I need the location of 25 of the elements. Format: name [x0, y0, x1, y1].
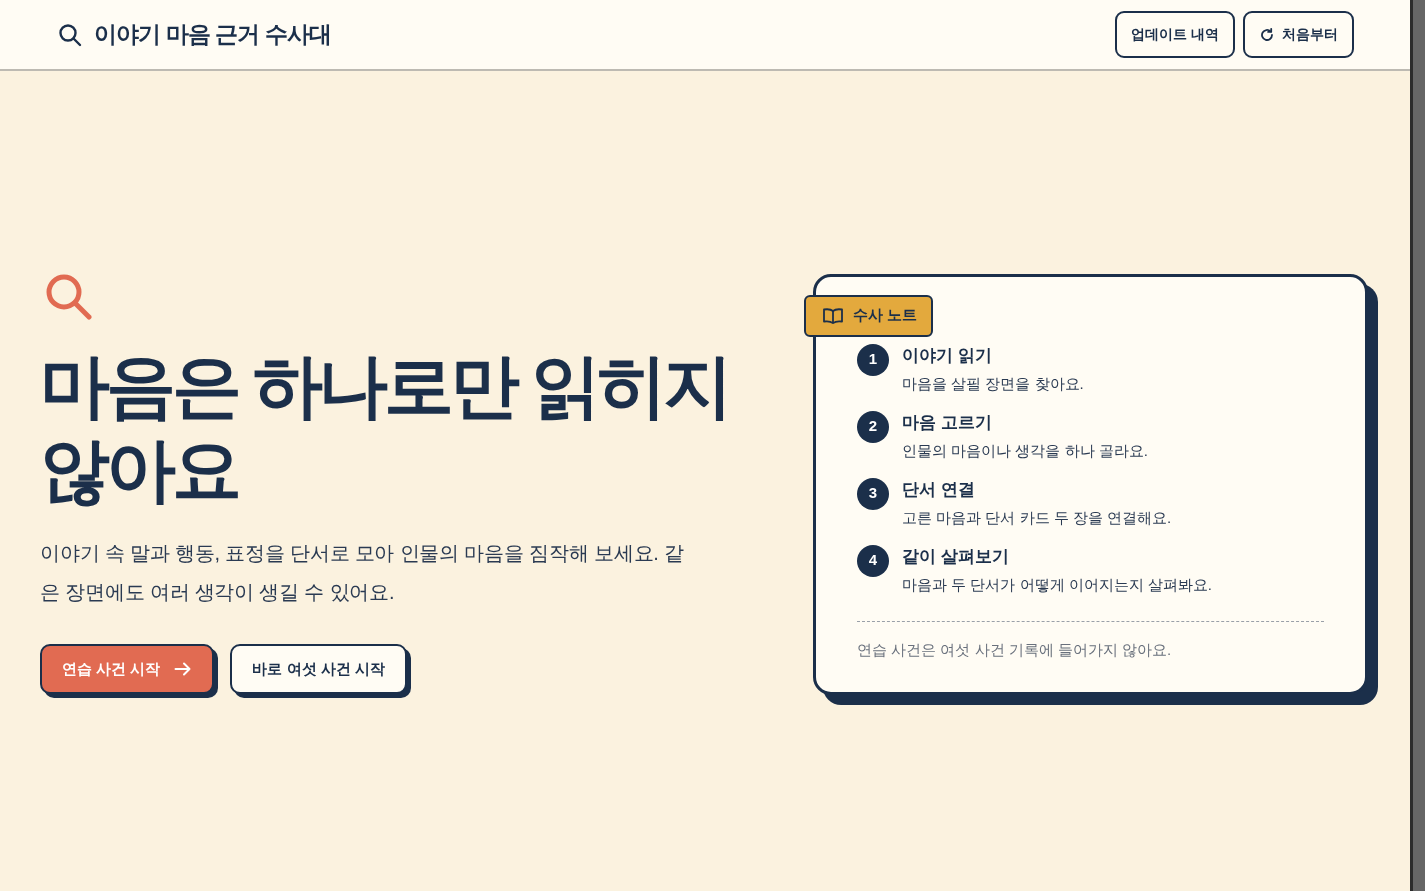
- arrow-right-icon: [174, 661, 193, 677]
- step-title: 이야기 읽기: [902, 344, 993, 367]
- step-title: 단서 연결: [902, 478, 976, 501]
- step-title: 마음 고르기: [902, 411, 993, 434]
- search-icon: [58, 22, 82, 47]
- step-description: 인물의 마음이나 생각을 하나 골라요.: [902, 440, 1148, 461]
- app-title: 이야기 마음 근거 수사대: [94, 20, 332, 50]
- refresh-icon: [1259, 26, 1275, 43]
- step-description: 마음과 두 단서가 어떻게 이어지는지 살펴봐요.: [902, 574, 1212, 595]
- search-icon: [44, 272, 92, 320]
- step-description: 마음을 살필 장면을 찾아요.: [902, 373, 1084, 394]
- step-title: 같이 살펴보기: [902, 545, 1010, 568]
- book-icon: [822, 306, 844, 325]
- footnote-text: 연습 사건은 여섯 사건 기록에 들어가지 않아요.: [857, 639, 1173, 660]
- step-number-badge: 2: [857, 410, 889, 443]
- step-number-badge: 4: [857, 544, 889, 577]
- restart-button[interactable]: 처음부터: [1243, 11, 1354, 58]
- hero-heading: 마음은 하나로만 읽히지 않아요: [40, 346, 730, 511]
- update-history-button[interactable]: 업데이트 내역: [1115, 11, 1235, 58]
- hero-description: 이야기 속 말과 행동, 표정을 단서로 모아 인물의 마음을 짐작해 보세요. 같은 장면에도 여러 생각이 생길 수 있어요.: [40, 541, 685, 605]
- step-number-badge: 3: [857, 477, 889, 510]
- step-description: 고른 마음과 단서 카드 두 장을 연결해요.: [902, 507, 1172, 528]
- notebook-badge: 수사 노트: [804, 294, 934, 337]
- scrollbar[interactable]: [1410, 0, 1425, 891]
- step-number-badge: 1: [857, 343, 889, 376]
